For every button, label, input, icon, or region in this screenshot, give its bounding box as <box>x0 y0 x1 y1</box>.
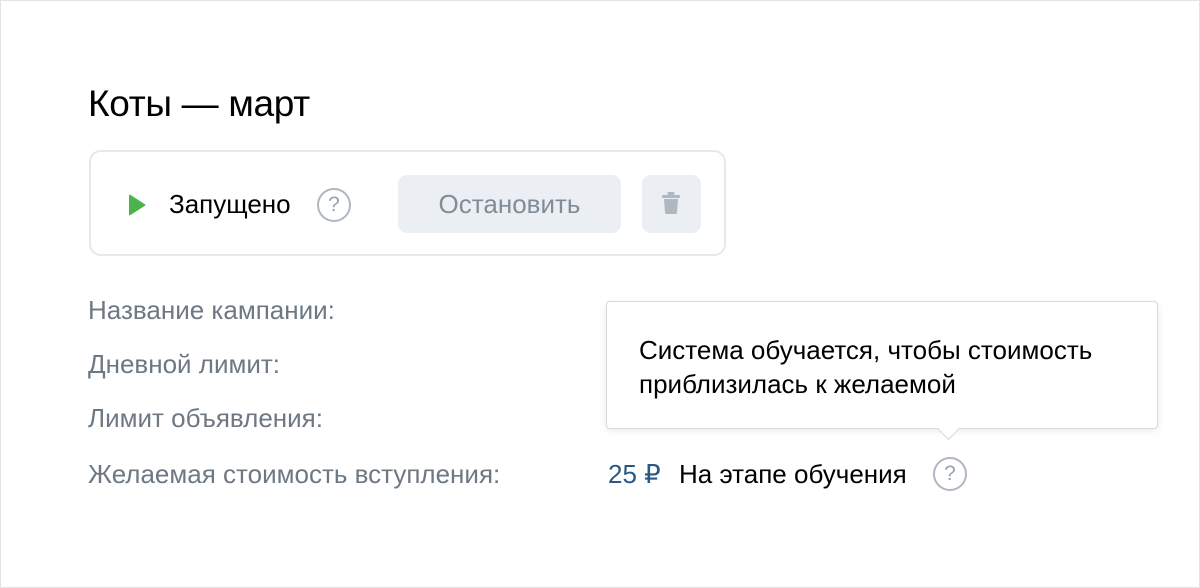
stop-button[interactable]: Остановить <box>398 175 621 233</box>
learning-help-icon[interactable]: ? <box>933 457 967 491</box>
learning-tooltip: Система обучается, чтобы стоимость прибл… <box>606 301 1158 441</box>
learning-status-label: На этапе обучения <box>679 459 907 489</box>
field-label-campaign-name: Название кампании: <box>88 295 335 325</box>
campaign-panel: Коты — март Запущено ? Остановить Назван… <box>0 0 1200 588</box>
field-label-daily-limit: Дневной лимит: <box>88 349 281 379</box>
page-title: Коты — март <box>88 83 310 124</box>
campaign-status-card: Запущено ? Остановить <box>89 150 726 256</box>
tooltip-arrow <box>937 418 960 441</box>
tooltip-text: Система обучается, чтобы стоимость прибл… <box>639 335 1093 399</box>
play-icon <box>129 194 146 216</box>
desired-cost-value: 25 ₽ <box>608 459 661 489</box>
field-label-desired-cost: Желаемая стоимость вступления: <box>88 459 501 489</box>
field-label-ad-limit: Лимит объявления: <box>88 403 323 433</box>
delete-button[interactable] <box>642 175 701 233</box>
status-help-icon[interactable]: ? <box>317 188 351 222</box>
status-label: Запущено <box>169 189 291 219</box>
trash-icon <box>662 192 680 214</box>
